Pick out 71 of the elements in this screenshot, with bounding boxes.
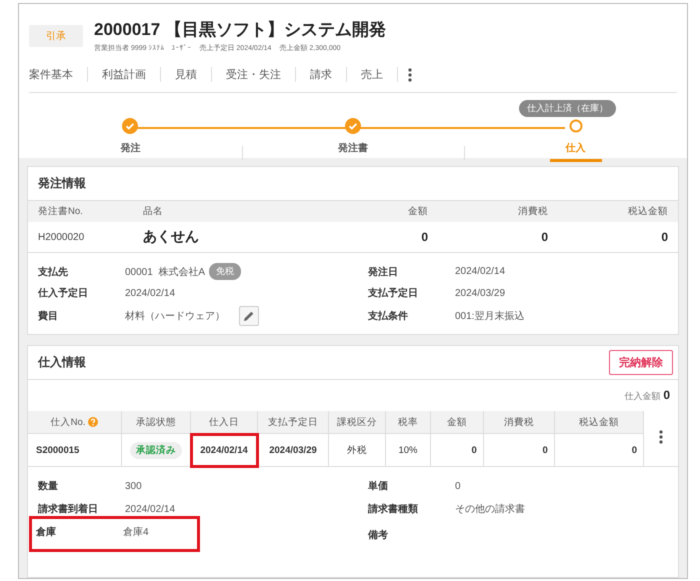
- table-cell: 2024/02/14: [190, 434, 258, 466]
- table-cell: S2000015: [28, 434, 122, 466]
- total-value: 0: [663, 388, 670, 402]
- column-header: 税込金額: [558, 201, 678, 222]
- field-value: 00001 株式会社A: [125, 266, 206, 278]
- field-label: 備考: [368, 528, 389, 542]
- column-header: 発注書No.: [28, 201, 133, 222]
- field-value: 材料（ハードウェア）: [125, 310, 225, 323]
- column-header: 品名: [133, 201, 318, 222]
- column-header: 税率: [386, 411, 430, 434]
- nav-tab[interactable]: 受注・失注: [212, 67, 296, 82]
- column-header: 消費税: [438, 201, 558, 222]
- column-header: 金額: [318, 201, 438, 222]
- nav-tab[interactable]: 利益計画: [88, 67, 161, 82]
- table-cell: 0: [430, 434, 484, 466]
- table-cell: 0: [483, 434, 554, 466]
- nav-tab[interactable]: 請求: [296, 67, 347, 82]
- table-cell: 0: [554, 434, 644, 466]
- column-header: 承認状態: [122, 411, 190, 434]
- nav-tab[interactable]: 見積: [161, 67, 212, 82]
- section-title: 仕入情報: [38, 354, 86, 371]
- column-header: 仕入日: [190, 411, 258, 434]
- field-value: 2024/02/14: [125, 504, 176, 514]
- status-badge: 承認済み: [130, 442, 182, 458]
- field-value: 2024/03/29: [455, 288, 506, 298]
- status-badge: 引承: [29, 24, 83, 46]
- field-label: 請求書種類: [368, 502, 419, 516]
- column-header: 税込金額: [554, 411, 644, 434]
- field-value: 2024/02/14: [125, 288, 176, 298]
- field-label: 仕入予定日: [38, 286, 89, 300]
- page-title: 2000017 【目黒ソフト】システム開発: [94, 19, 386, 41]
- field-value: 倉庫4: [123, 526, 149, 539]
- pencil-icon: [243, 310, 255, 322]
- field-label: 発注日: [368, 265, 399, 278]
- status-pill: 仕入計上済（在庫）: [519, 100, 616, 117]
- edit-button[interactable]: [239, 306, 259, 326]
- field-value: その他の請求書: [455, 502, 525, 516]
- column-header: 金額: [430, 411, 484, 434]
- field-label: 請求書到着日: [38, 502, 99, 516]
- table-cell: H2000020: [28, 222, 133, 252]
- field-label: 数量: [38, 480, 59, 493]
- column-header: 支払予定日: [258, 411, 328, 434]
- section-title: 発注情報: [38, 175, 86, 192]
- total-label: 仕入金額: [624, 390, 660, 403]
- step-tab[interactable]: 発注書: [338, 141, 368, 162]
- field-value: 001:翌月末振込: [455, 310, 524, 323]
- nav-tab[interactable]: 売上: [347, 67, 398, 82]
- field-value: 2024/02/14: [455, 266, 506, 277]
- field-label: 支払予定日: [368, 286, 419, 300]
- field-value: 300: [125, 480, 142, 492]
- table-cell: あくせん: [133, 222, 318, 252]
- table-cell: 外税: [328, 434, 386, 466]
- more-icon[interactable]: [659, 430, 663, 444]
- table-cell: 0: [318, 222, 438, 252]
- step-tab[interactable]: 発注: [120, 141, 140, 162]
- field-label: 単価: [368, 480, 389, 493]
- field-label: 倉庫: [36, 525, 57, 539]
- field-label: 費目: [38, 310, 59, 323]
- table-cell: 0: [558, 222, 678, 252]
- table-cell: 0: [438, 222, 558, 252]
- table-cell: 10%: [386, 434, 430, 466]
- tax-badge: 免税: [209, 263, 242, 280]
- table-cell: 2024/03/29: [258, 434, 328, 466]
- field-label: 支払条件: [368, 310, 409, 323]
- column-header: 課税区分: [328, 411, 386, 434]
- field-value: 0: [455, 480, 461, 492]
- release-button[interactable]: 完納解除: [609, 350, 673, 375]
- nav-tab[interactable]: 案件基本: [29, 67, 88, 82]
- column-header: 仕入No.: [28, 411, 122, 434]
- field-label: 支払先: [38, 266, 69, 278]
- column-header: 消費税: [483, 411, 554, 434]
